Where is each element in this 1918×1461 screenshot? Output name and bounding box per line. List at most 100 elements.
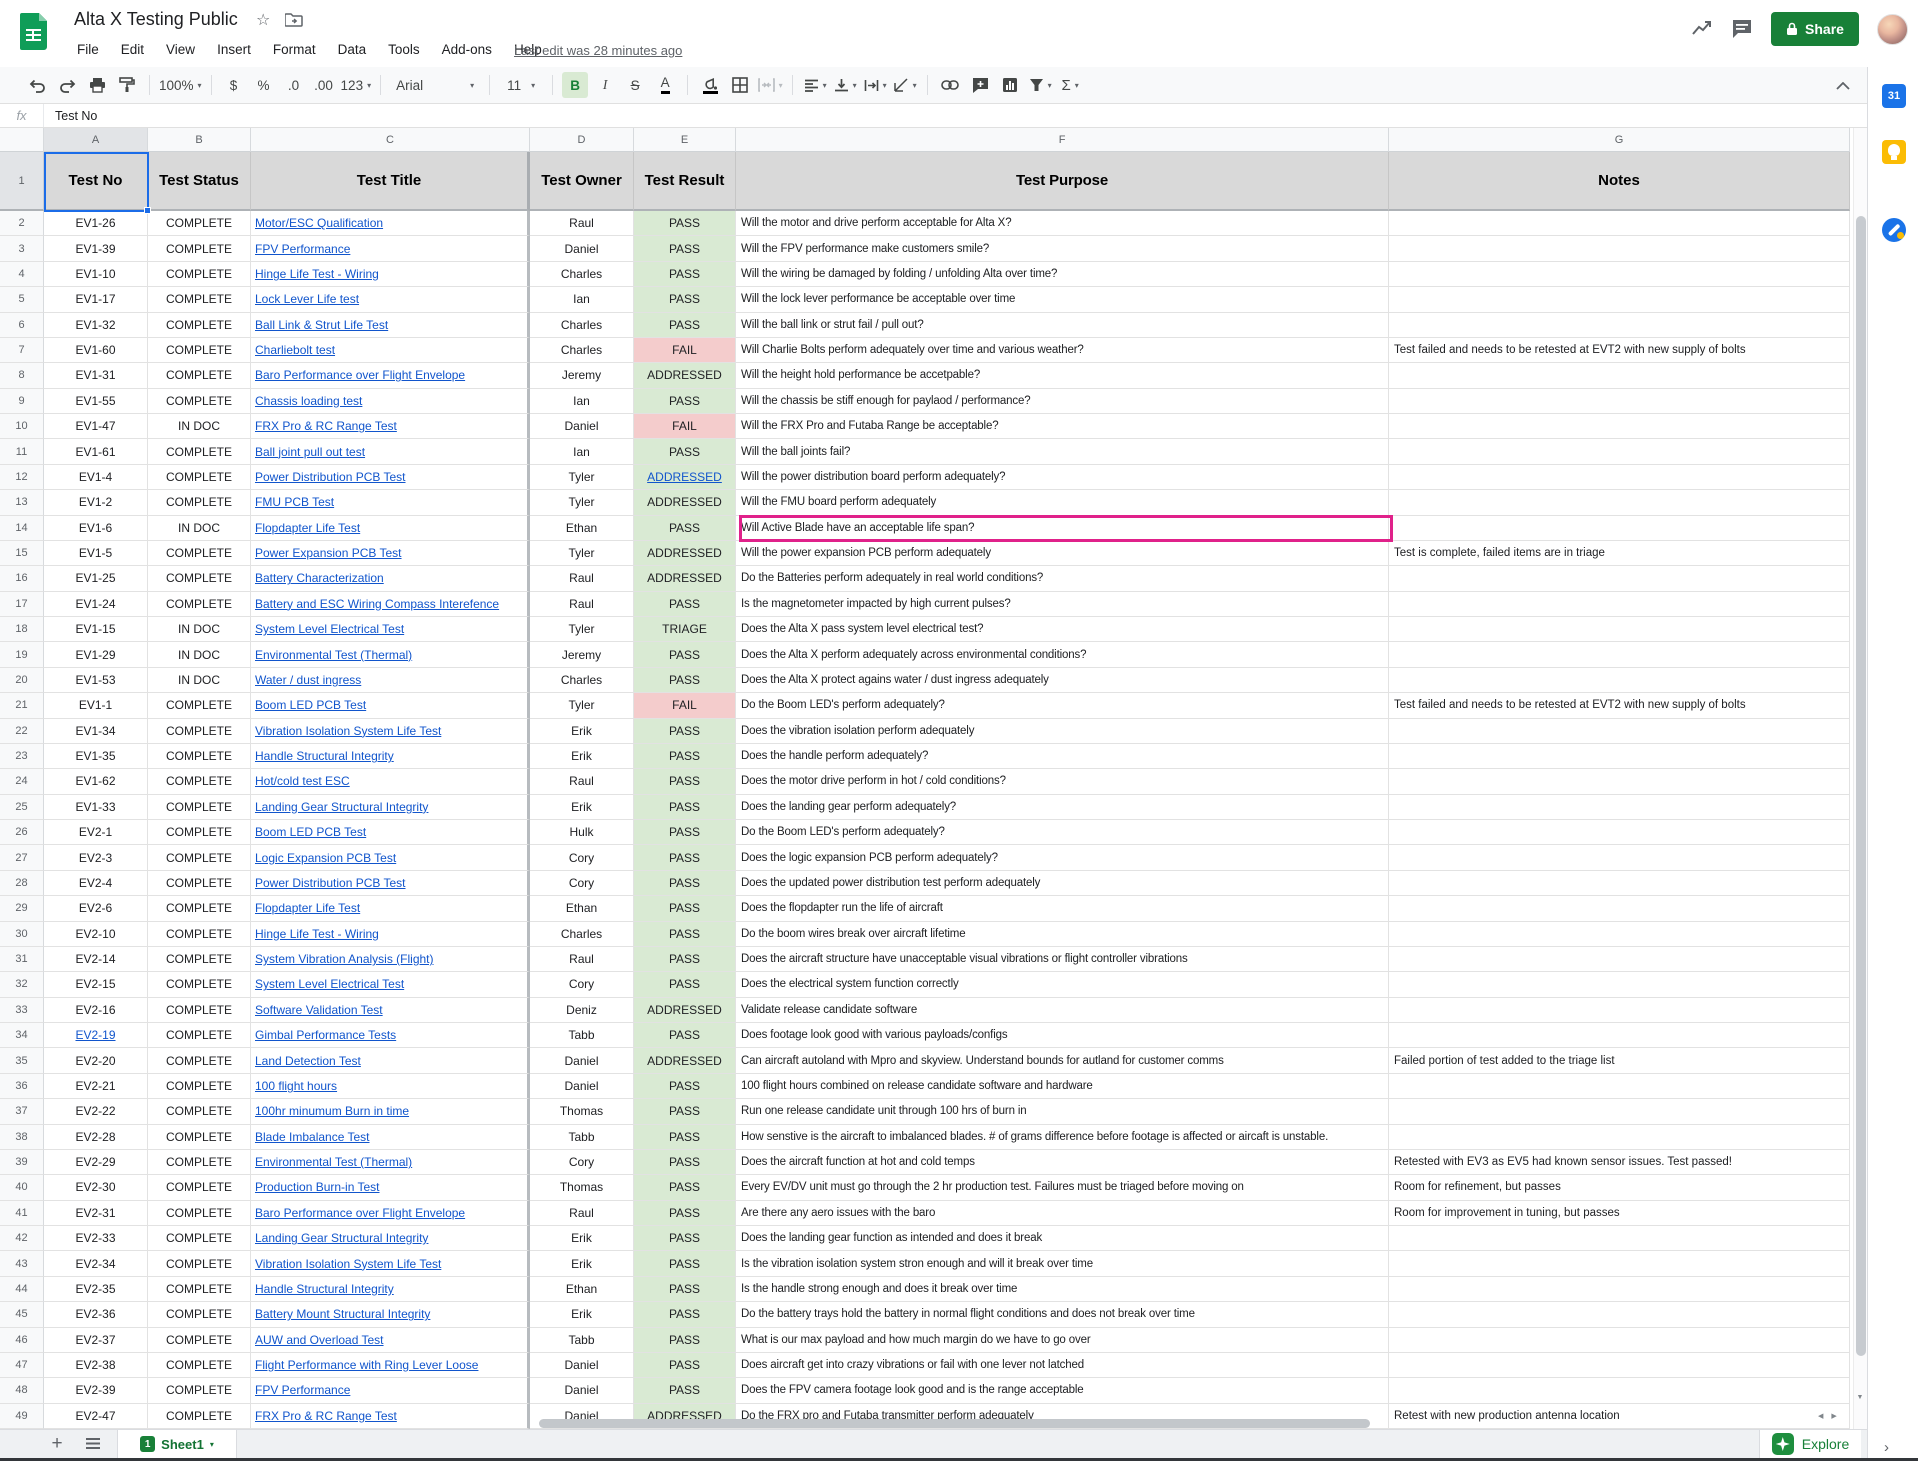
cell-C13[interactable]: FMU PCB Test [251,490,530,515]
cell-A15[interactable]: EV1-5 [44,541,148,566]
cell-B7[interactable]: COMPLETE [148,338,251,363]
row-header-8[interactable]: 8 [0,363,44,388]
row-header-3[interactable]: 3 [0,236,44,261]
cell-E11[interactable]: PASS [634,439,736,464]
cell-C22[interactable]: Vibration Isolation System Life Test [251,719,530,744]
cell-F12[interactable]: Will the power distribution board perfor… [736,465,1389,490]
cell-C24[interactable]: Hot/cold test ESC [251,769,530,794]
cell-G15[interactable]: Test is complete, failed items are in tr… [1389,541,1850,566]
cell-F39[interactable]: Does the aircraft function at hot and co… [736,1150,1389,1175]
cell-B36[interactable]: COMPLETE [148,1074,251,1099]
row-header-27[interactable]: 27 [0,845,44,870]
cell-C9[interactable]: Chassis loading test [251,389,530,414]
cell-B47[interactable]: COMPLETE [148,1353,251,1378]
cell-B41[interactable]: COMPLETE [148,1201,251,1226]
cell-B39[interactable]: COMPLETE [148,1150,251,1175]
cell-F22[interactable]: Does the vibration isolation perform ade… [736,719,1389,744]
row-header-25[interactable]: 25 [0,795,44,820]
cell-C48[interactable]: FPV Performance [251,1378,530,1403]
horizontal-align-button[interactable]: ▾ [802,72,828,98]
cell-F45[interactable]: Do the battery trays hold the battery in… [736,1302,1389,1327]
share-button[interactable]: Share [1771,12,1859,46]
cell-E2[interactable]: PASS [634,211,736,236]
row-header-22[interactable]: 22 [0,719,44,744]
menu-data[interactable]: Data [331,40,374,59]
cell-G33[interactable] [1389,998,1850,1023]
cell-A10[interactable]: EV1-47 [44,414,148,439]
cell-F7[interactable]: Will Charlie Bolts perform adequately ov… [736,338,1389,363]
cell-C37[interactable]: 100hr minumum Burn in time [251,1099,530,1124]
cell-B1[interactable]: Test Status [148,152,251,211]
cell-A39[interactable]: EV2-29 [44,1150,148,1175]
cell-G13[interactable] [1389,490,1850,515]
row-header-14[interactable]: 14 [0,516,44,541]
cell-G34[interactable] [1389,1023,1850,1048]
cell-G11[interactable] [1389,439,1850,464]
cell-E28[interactable]: PASS [634,871,736,896]
cell-F18[interactable]: Does the Alta X pass system level electr… [736,617,1389,642]
cell-C46[interactable]: AUW and Overload Test [251,1328,530,1353]
cell-C4[interactable]: Hinge Life Test - Wiring [251,262,530,287]
cell-A19[interactable]: EV1-29 [44,642,148,667]
cell-B8[interactable]: COMPLETE [148,363,251,388]
document-title[interactable]: Alta X Testing Public [74,9,238,30]
cell-G32[interactable] [1389,972,1850,997]
cell-A13[interactable]: EV1-2 [44,490,148,515]
functions-button[interactable]: Σ▾ [1057,72,1083,98]
cell-D48[interactable]: Daniel [530,1378,634,1403]
cell-F30[interactable]: Do the boom wires break over aircraft li… [736,922,1389,947]
cell-F2[interactable]: Will the motor and drive perform accepta… [736,211,1389,236]
cell-B6[interactable]: COMPLETE [148,313,251,338]
cell-B19[interactable]: IN DOC [148,642,251,667]
row-header-23[interactable]: 23 [0,744,44,769]
cell-F43[interactable]: Is the vibration isolation system stron … [736,1251,1389,1276]
cell-D4[interactable]: Charles [530,262,634,287]
cell-F15[interactable]: Will the power expansion PCB perform ade… [736,541,1389,566]
cell-F21[interactable]: Do the Boom LED's perform adequately? [736,693,1389,718]
cell-C33[interactable]: Software Validation Test [251,998,530,1023]
vertical-scrollbar[interactable] [1853,128,1867,1429]
number-format-select[interactable]: 123▾ [341,72,372,98]
cell-E13[interactable]: ADDRESSED [634,490,736,515]
menu-file[interactable]: File [70,40,106,59]
row-header-33[interactable]: 33 [0,998,44,1023]
row-header-34[interactable]: 34 [0,1023,44,1048]
cell-C41[interactable]: Baro Performance over Flight Envelope [251,1201,530,1226]
cell-A33[interactable]: EV2-16 [44,998,148,1023]
cell-B11[interactable]: COMPLETE [148,439,251,464]
cell-G17[interactable] [1389,592,1850,617]
keep-icon[interactable] [1882,140,1906,164]
cell-E1[interactable]: Test Result [634,152,736,211]
cell-G5[interactable] [1389,287,1850,312]
cell-G28[interactable] [1389,871,1850,896]
explore-button[interactable]: Explore [1759,1430,1861,1458]
cell-B44[interactable]: COMPLETE [148,1277,251,1302]
cell-E36[interactable]: PASS [634,1074,736,1099]
cell-B2[interactable]: COMPLETE [148,211,251,236]
cell-G29[interactable] [1389,896,1850,921]
cell-C21[interactable]: Boom LED PCB Test [251,693,530,718]
cell-C6[interactable]: Ball Link & Strut Life Test [251,313,530,338]
cell-F47[interactable]: Does aircraft get into crazy vibrations … [736,1353,1389,1378]
cell-A23[interactable]: EV1-35 [44,744,148,769]
cell-A38[interactable]: EV2-28 [44,1125,148,1150]
cell-G26[interactable] [1389,820,1850,845]
cell-G45[interactable] [1389,1302,1850,1327]
cell-E22[interactable]: PASS [634,719,736,744]
format-percent-button[interactable]: % [251,72,277,98]
row-header-48[interactable]: 48 [0,1378,44,1403]
row-header-1[interactable]: 1 [0,152,44,211]
cell-G37[interactable] [1389,1099,1850,1124]
cell-F26[interactable]: Do the Boom LED's perform adequately? [736,820,1389,845]
cell-F8[interactable]: Will the height hold performance be acce… [736,363,1389,388]
italic-button[interactable]: I [592,72,618,98]
cell-E15[interactable]: ADDRESSED [634,541,736,566]
cell-E37[interactable]: PASS [634,1099,736,1124]
menu-edit[interactable]: Edit [114,40,151,59]
paint-format-icon[interactable] [114,72,140,98]
cell-E4[interactable]: PASS [634,262,736,287]
cell-B21[interactable]: COMPLETE [148,693,251,718]
cell-E16[interactable]: ADDRESSED [634,566,736,591]
cell-G18[interactable] [1389,617,1850,642]
cell-D6[interactable]: Charles [530,313,634,338]
